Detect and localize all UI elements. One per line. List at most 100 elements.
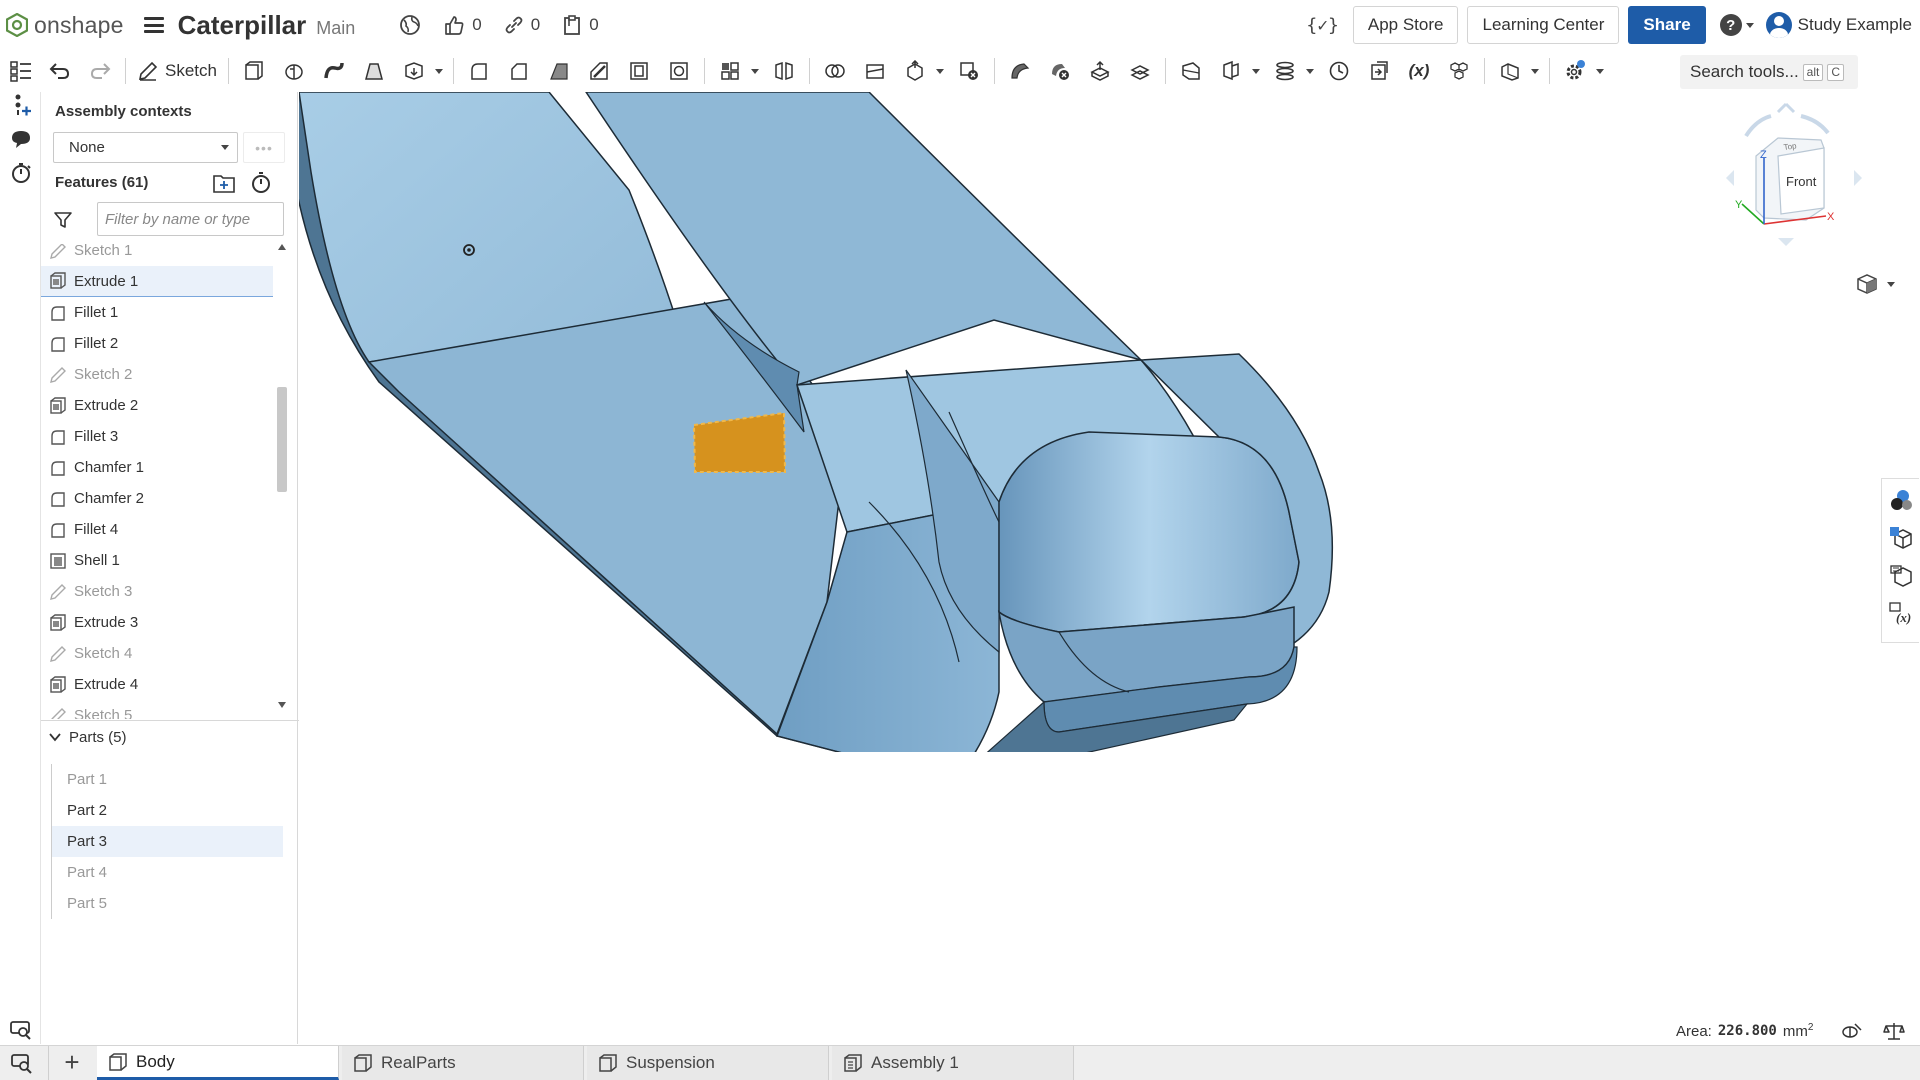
variable-tool[interactable]: (x) [1404, 56, 1434, 86]
document-title[interactable]: Caterpillar [178, 10, 307, 41]
modify-fillet-tool[interactable] [1005, 56, 1035, 86]
chamfer-tool[interactable] [504, 56, 534, 86]
feature-item[interactable]: Fillet 4 [41, 514, 273, 545]
feature-item[interactable]: Chamfer 2 [41, 483, 273, 514]
mass-properties-button[interactable] [1888, 525, 1914, 551]
tab-body[interactable]: Body [97, 1046, 339, 1080]
user-menu[interactable]: Study Example [1765, 12, 1912, 38]
plane-tool[interactable] [1176, 56, 1206, 86]
replace-face-tool[interactable] [1125, 56, 1155, 86]
fillet-tool[interactable] [464, 56, 494, 86]
tab-assembly-1[interactable]: Assembly 1 [832, 1046, 1074, 1080]
boolean-tool[interactable] [820, 56, 850, 86]
pattern-tool[interactable] [715, 56, 745, 86]
likes[interactable]: 0 [443, 14, 482, 36]
derived-tool[interactable] [1364, 56, 1394, 86]
measure-tool[interactable] [1324, 56, 1354, 86]
onshape-logo[interactable]: onshape [6, 12, 124, 39]
draft-tool[interactable] [544, 56, 574, 86]
add-tab-button[interactable]: + [62, 1049, 82, 1075]
feature-item[interactable]: Sketch 4 [41, 638, 273, 669]
variables-icon[interactable]: {✓} [1306, 15, 1339, 36]
assembly-context-more-button[interactable]: ••• [243, 132, 285, 163]
configurations-panel-button[interactable] [1888, 563, 1914, 589]
configurations-tool[interactable] [1444, 56, 1474, 86]
feature-item[interactable]: Fillet 3 [41, 421, 273, 452]
revolve-tool[interactable] [279, 56, 309, 86]
part-item[interactable]: Part 2 [51, 795, 283, 826]
move-face-tool[interactable] [1085, 56, 1115, 86]
sweep-tool[interactable] [319, 56, 349, 86]
tab-realparts[interactable]: RealParts [342, 1046, 584, 1080]
variables-panel-button[interactable]: (x) [1888, 601, 1914, 627]
undo-button[interactable] [45, 56, 75, 86]
learning-center-button[interactable]: Learning Center [1467, 6, 1620, 44]
sheet-metal-tool[interactable] [1495, 56, 1525, 86]
more-chevron-icon[interactable] [1305, 68, 1315, 74]
feature-item[interactable]: Chamfer 1 [41, 452, 273, 483]
tab-suspension[interactable]: Suspension [587, 1046, 829, 1080]
feature-item[interactable]: Extrude 1 [41, 266, 273, 297]
search-tools-input[interactable]: Search tools... alt C [1680, 55, 1858, 89]
shell-tool[interactable] [624, 56, 654, 86]
feature-item[interactable]: Extrude 3 [41, 607, 273, 638]
feature-item[interactable]: Shell 1 [41, 545, 273, 576]
view-options-menu[interactable] [1855, 272, 1895, 296]
feature-item[interactable]: Fillet 2 [41, 328, 273, 359]
links[interactable]: 0 [504, 15, 540, 35]
sketch-button[interactable]: Sketch [131, 60, 223, 82]
feature-list-scrollbar[interactable] [277, 387, 287, 492]
more-chevron-icon[interactable] [1530, 68, 1540, 74]
search-tabs-button[interactable] [8, 1017, 34, 1043]
part-item[interactable]: Part 5 [51, 888, 283, 919]
more-chevron-icon[interactable] [935, 68, 945, 74]
helix-tool[interactable] [1270, 56, 1300, 86]
more-chevron-icon[interactable] [750, 68, 760, 74]
filter-icon[interactable] [52, 209, 74, 231]
tab-manager-icon[interactable] [10, 1052, 34, 1074]
assembly-context-select[interactable]: None [53, 132, 238, 163]
feature-filter-input[interactable]: Filter by name or type [97, 202, 284, 236]
copies[interactable]: 0 [562, 14, 599, 36]
part-item[interactable]: Part 1 [51, 764, 283, 795]
rollback-timer-icon[interactable] [250, 170, 272, 194]
mate-connector-tool[interactable] [1216, 56, 1246, 86]
custom-features-tool[interactable] [1560, 56, 1590, 86]
redo-button[interactable] [85, 56, 115, 86]
part-item[interactable]: Part 3 [51, 826, 283, 857]
feature-item[interactable]: Sketch 3 [41, 576, 273, 607]
globe-icon[interactable] [399, 14, 421, 36]
balance-scale-icon[interactable] [1883, 1020, 1906, 1042]
insert-button[interactable] [8, 92, 34, 118]
feature-item[interactable]: Sketch 2 [41, 359, 273, 390]
thicken-tool[interactable] [399, 56, 429, 86]
comments-button[interactable] [8, 126, 34, 152]
history-button[interactable] [8, 160, 34, 186]
more-chevron-icon[interactable] [1251, 68, 1261, 74]
parts-header[interactable]: Parts (5) [49, 721, 127, 753]
view-cube[interactable]: Front Top X Y Z [1726, 98, 1866, 268]
appearance-button[interactable] [1888, 487, 1914, 513]
feature-item[interactable]: Extrude 2 [41, 390, 273, 421]
more-chevron-icon[interactable] [1595, 68, 1605, 74]
branch-name[interactable]: Main [316, 18, 355, 39]
feature-list-toggle[interactable] [8, 58, 34, 84]
feature-item[interactable]: Sketch 1 [41, 244, 273, 266]
more-chevron-icon[interactable] [434, 68, 444, 74]
hole-tool[interactable] [664, 56, 694, 86]
measure-tool-icon[interactable] [1841, 1021, 1863, 1041]
feature-item[interactable]: Sketch 5 [41, 700, 273, 719]
help-menu[interactable]: ? [1719, 14, 1754, 36]
delete-face-tool[interactable] [1045, 56, 1075, 86]
menu-icon[interactable] [143, 17, 164, 33]
rib-tool[interactable] [584, 56, 614, 86]
feature-item[interactable]: Fillet 1 [41, 297, 273, 328]
add-folder-icon[interactable] [212, 172, 236, 194]
loft-tool[interactable] [359, 56, 389, 86]
part-item[interactable]: Part 4 [51, 857, 283, 888]
model-3d-view[interactable] [299, 92, 1399, 752]
app-store-button[interactable]: App Store [1352, 6, 1459, 44]
extrude-tool[interactable] [239, 56, 269, 86]
delete-part-tool[interactable] [954, 56, 984, 86]
share-button[interactable]: Share [1628, 6, 1706, 44]
